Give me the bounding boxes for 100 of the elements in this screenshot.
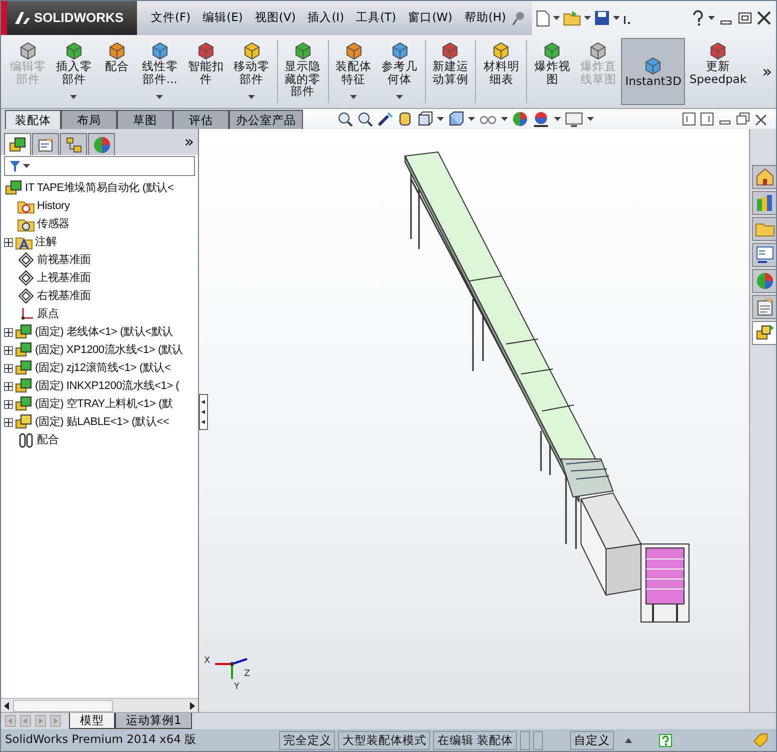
model-tab[interactable]: 运动算例1 (115, 713, 192, 729)
tree-item[interactable]: 配合 (1, 431, 198, 449)
tree-item[interactable]: (固定) INKXP1200流水线<1> ( (1, 377, 198, 395)
caret-icon[interactable] (70, 94, 78, 100)
tree-item[interactable]: History (1, 197, 198, 215)
command-tab[interactable]: 办公室产品 (229, 110, 303, 129)
caret-icon[interactable] (613, 16, 620, 20)
cube-icon[interactable] (448, 111, 464, 127)
house-icon (754, 167, 774, 187)
command-tab[interactable]: 评估 (173, 110, 229, 129)
restore-icon[interactable] (736, 112, 750, 126)
close-icon[interactable] (754, 112, 768, 127)
tree-item[interactable]: (固定) 贴LABLE<1> (默认<< (1, 413, 198, 431)
flyout-handle[interactable] (199, 394, 208, 430)
tree-item[interactable]: (固定) 空TRAY上料机<1> (默 (1, 395, 198, 413)
manager-tab[interactable] (4, 133, 31, 155)
tree-item[interactable]: (固定) XP1200流水线<1> (默认 (1, 341, 198, 359)
menu-item[interactable]: 编辑(E) (196, 7, 249, 29)
ribbon-button[interactable]: 装配体特征 (330, 38, 377, 105)
task-pane-tab[interactable] (752, 295, 776, 319)
ribbon-button[interactable]: 显示隐藏的零部件 (280, 38, 326, 105)
menu-item[interactable]: 视图(V) (248, 7, 302, 29)
menu-item[interactable]: 帮助(H) (458, 7, 512, 29)
menu-item[interactable]: 窗口(W) (402, 7, 458, 29)
caret-icon[interactable] (501, 116, 508, 122)
menu-item[interactable]: 插入(I) (302, 7, 350, 29)
panel-left-icon[interactable] (682, 112, 696, 126)
horizontal-scrollbar[interactable] (1, 698, 198, 712)
cube-icon (344, 40, 364, 60)
plane-icon (17, 252, 35, 268)
caret-icon[interactable] (584, 16, 592, 20)
tree-item[interactable]: 传感器 (1, 215, 198, 233)
ribbon-button[interactable]: 更新Speedpak (685, 38, 751, 105)
tree-label: IT TAPE堆垛简易自动化 (默认< (25, 180, 174, 196)
command-tab[interactable]: 装配体 (5, 110, 61, 129)
ribbon-button[interactable]: 参考几何体 (376, 38, 422, 105)
arrows-icon[interactable] (201, 397, 206, 427)
command-tab[interactable]: 布局 (61, 110, 117, 129)
menu-item[interactable]: 文件(F) (145, 7, 197, 29)
task-pane-tab[interactable] (752, 321, 776, 345)
panel-right-icon[interactable] (700, 112, 714, 126)
monitor-icon[interactable] (565, 111, 583, 127)
task-pane-tab[interactable] (752, 243, 776, 267)
tree-item[interactable]: 注解 (1, 233, 198, 251)
blocks-icon (8, 136, 26, 152)
scene-ball-icon[interactable] (532, 111, 550, 127)
cube-icon (64, 40, 84, 60)
cube-icon[interactable] (417, 111, 433, 127)
tree-item[interactable]: (固定) zj12滚筒线<1> (默认< (1, 359, 198, 377)
ribbon-button[interactable]: 线性零部件... (136, 38, 183, 105)
caret-icon[interactable] (437, 116, 444, 122)
ribbon-button[interactable]: Instant3D (621, 38, 686, 105)
tree-item[interactable]: IT TAPE堆垛简易自动化 (默认< (1, 179, 198, 197)
caret-icon[interactable] (248, 94, 256, 100)
folder-icon[interactable] (563, 10, 582, 26)
caret-icon[interactable] (708, 16, 715, 20)
ribbon-button[interactable]: 智能扣件 (182, 38, 229, 105)
ribbon-button[interactable]: 新建运动算例 (428, 38, 474, 105)
tree-item[interactable]: 原点 (1, 305, 198, 323)
caret-icon[interactable] (396, 94, 404, 100)
tree-item[interactable]: 前视基准面 (1, 251, 198, 269)
units-button[interactable]: 自定义 (570, 730, 614, 750)
ribbon-button[interactable]: 插入零部件 (50, 38, 97, 105)
ribbon-button[interactable]: 配合 (96, 38, 137, 105)
menu-item[interactable]: 工具(T) (350, 7, 402, 29)
status-text: SolidWorks Premium 2014 x64 版 (5, 731, 197, 748)
caret-icon[interactable] (156, 94, 164, 100)
magnifier-icon[interactable] (337, 111, 353, 127)
caret-icon[interactable] (23, 164, 30, 168)
wand-icon[interactable] (377, 111, 393, 127)
ribbon-button[interactable]: 材料明细表 (478, 38, 524, 105)
blocks-icon (15, 342, 33, 358)
color-ball-icon[interactable] (512, 111, 528, 127)
tree-item[interactable]: (固定) 老线体<1> (默认<默认 (1, 323, 198, 341)
caret-up-icon[interactable] (625, 738, 632, 742)
more-commands-button[interactable]: » (758, 60, 776, 84)
tree-item[interactable]: 右视基准面 (1, 287, 198, 305)
caret-icon[interactable] (553, 16, 560, 20)
caret-icon[interactable] (587, 116, 594, 122)
manager-tab[interactable] (32, 133, 59, 155)
caret-icon[interactable] (468, 116, 475, 122)
scroll-thumb[interactable] (13, 700, 113, 712)
caret-icon[interactable] (350, 94, 358, 100)
filter-field[interactable] (4, 156, 195, 176)
ribbon-button[interactable]: 移动零部件 (228, 38, 275, 105)
model-tab[interactable]: 模型 (69, 713, 115, 729)
new-document-icon[interactable] (536, 10, 550, 26)
tree-item[interactable]: 上视基准面 (1, 269, 198, 287)
caret-icon[interactable] (554, 116, 561, 122)
close-icon[interactable] (756, 11, 772, 25)
help-icon[interactable] (691, 10, 705, 26)
clipboard-icon (754, 297, 774, 317)
cylinder-icon[interactable] (397, 111, 413, 127)
ribbon-button[interactable]: 爆炸视图 (529, 38, 576, 105)
more-tabs-button[interactable]: » (180, 130, 198, 154)
tree-label: History (37, 198, 70, 214)
restore-icon[interactable] (737, 11, 753, 25)
command-tab[interactable]: 草图 (117, 110, 173, 129)
magnifier-icon[interactable] (357, 111, 373, 127)
pin-icon[interactable] (512, 10, 526, 26)
